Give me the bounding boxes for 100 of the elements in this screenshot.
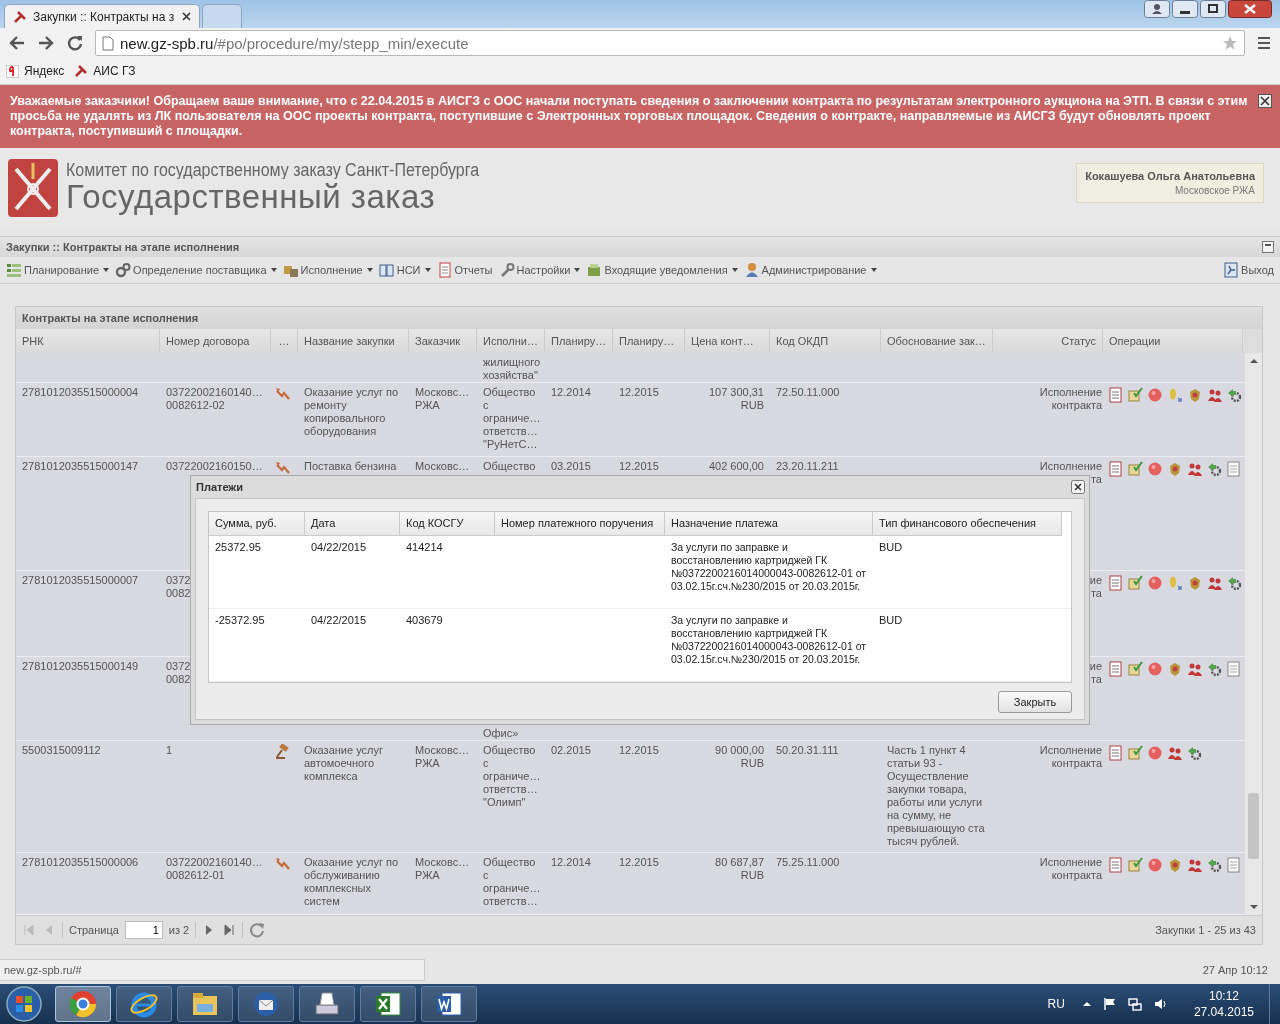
gear-icon[interactable] [1227, 387, 1243, 403]
people-icon[interactable] [1187, 461, 1203, 477]
report-icon[interactable] [1109, 661, 1123, 677]
bookmark[interactable]: Яндекс [6, 64, 65, 78]
column-header[interactable]: Цена конт… [685, 329, 770, 353]
column-header[interactable]: Код ОКДП [770, 329, 881, 353]
emblem-icon[interactable] [1187, 575, 1203, 591]
gear-icon[interactable] [1207, 461, 1223, 477]
taskbar-app[interactable] [55, 986, 111, 1022]
column-header[interactable]: Назначение платежа [665, 512, 873, 536]
column-header[interactable]: Планиру… [613, 329, 685, 353]
people-icon[interactable] [1187, 857, 1203, 873]
emblem-icon[interactable] [1187, 387, 1203, 403]
report-icon[interactable] [1109, 461, 1123, 477]
report-icon[interactable] [1109, 387, 1123, 403]
arrow-icon[interactable] [275, 856, 291, 872]
report-icon[interactable] [1109, 745, 1123, 761]
stop-icon[interactable] [1147, 661, 1163, 677]
taskbar-clock[interactable]: 10:12 27.04.2015 [1193, 988, 1254, 1020]
browser-tab[interactable]: Закупки :: Контракты на з [4, 4, 200, 28]
scroll-down-icon[interactable] [1249, 905, 1258, 909]
stop-icon[interactable] [1147, 745, 1163, 761]
back-icon[interactable] [8, 34, 26, 52]
people-icon[interactable] [1167, 745, 1183, 761]
taskbar-app[interactable] [116, 986, 172, 1022]
menu-item[interactable]: Планирование [4, 262, 112, 278]
taskbar-app[interactable] [421, 986, 477, 1022]
column-header[interactable]: РНК [16, 329, 160, 353]
gavel-icon[interactable] [275, 744, 291, 760]
taskbar-app[interactable] [177, 986, 233, 1022]
column-header[interactable]: Сумма, руб. [209, 512, 305, 536]
people-icon[interactable] [1207, 387, 1223, 403]
column-header[interactable]: Тип финансового обеспечения [873, 512, 1062, 536]
stop-icon[interactable] [1147, 857, 1163, 873]
column-header[interactable]: Номер платежного поручения [495, 512, 665, 536]
column-header[interactable]: Планиру… [545, 329, 613, 353]
close-icon[interactable] [1228, 0, 1272, 18]
menu-item[interactable]: Определение поставщика [113, 262, 279, 278]
emblem-icon[interactable] [1167, 857, 1183, 873]
last-page-icon[interactable] [222, 923, 237, 937]
gear-icon[interactable] [1187, 745, 1203, 761]
column-header[interactable]: Номер договора [160, 329, 271, 353]
gear-icon[interactable] [1207, 857, 1223, 873]
flag-icon[interactable] [1102, 997, 1117, 1011]
scroll-check-icon[interactable] [1127, 575, 1143, 591]
network-icon[interactable] [1127, 997, 1142, 1011]
gear-icon[interactable] [1227, 575, 1243, 591]
report-icon[interactable] [1109, 857, 1123, 873]
close-icon[interactable] [182, 12, 191, 21]
stop-icon[interactable] [1147, 387, 1163, 403]
star-icon[interactable] [1222, 35, 1238, 51]
minimize-icon[interactable] [1172, 0, 1198, 18]
forward-icon[interactable] [37, 34, 55, 52]
user-icon[interactable] [1144, 0, 1170, 18]
scroll-check-icon[interactable] [1127, 857, 1143, 873]
report-icon[interactable] [1109, 575, 1123, 591]
scroll-check-icon[interactable] [1127, 661, 1143, 677]
start-button[interactable] [4, 985, 44, 1023]
taskbar-app[interactable] [238, 986, 294, 1022]
scroll-thumb[interactable] [1248, 793, 1259, 859]
scroll-check-icon[interactable] [1127, 387, 1143, 403]
stop-icon[interactable] [1147, 575, 1163, 591]
column-header[interactable]: Заказчик [409, 329, 477, 353]
column-header[interactable]: Обоснование зак… [881, 329, 993, 353]
scroll-check-icon[interactable] [1127, 461, 1143, 477]
arrow-icon[interactable] [275, 386, 291, 402]
scroll-check-icon[interactable] [1127, 745, 1143, 761]
menu-item[interactable]: Отчеты [434, 262, 495, 278]
scrollbar[interactable] [1245, 353, 1262, 915]
taskbar-app[interactable] [299, 986, 355, 1022]
address-field[interactable]: new.gz-spb.ru/#po/procedure/my/stepp_min/execute [95, 30, 1245, 56]
menu-item[interactable]: НСИ [376, 262, 433, 278]
emblem-icon[interactable] [1167, 461, 1183, 477]
collapse-icon[interactable] [1262, 241, 1274, 253]
close-icon[interactable] [1258, 94, 1272, 108]
column-header[interactable]: Исполни… [477, 329, 545, 353]
menu-icon[interactable] [1256, 35, 1272, 51]
emblem-icon[interactable] [1167, 661, 1183, 677]
arrow-icon[interactable] [275, 460, 291, 476]
close-button[interactable]: Закрыть [998, 691, 1072, 713]
speaker-icon[interactable] [1152, 997, 1167, 1011]
bookmark[interactable]: АИС ГЗ [74, 64, 136, 78]
menu-item[interactable]: Исполнение [280, 262, 375, 278]
menu-item[interactable]: Входящие уведомления [584, 262, 740, 278]
refresh-icon[interactable] [249, 922, 266, 938]
close-icon[interactable] [1071, 480, 1085, 494]
stop-icon[interactable] [1147, 461, 1163, 477]
people-icon[interactable] [1207, 575, 1223, 591]
reload-icon[interactable] [66, 34, 84, 52]
column-header[interactable]: Статус [993, 329, 1103, 353]
language-indicator[interactable]: RU [1047, 997, 1065, 1011]
menu-item[interactable]: Администрирование [741, 262, 879, 278]
column-header[interactable]: Название закупки [298, 329, 409, 353]
maximize-icon[interactable] [1200, 0, 1226, 18]
people-icon[interactable] [1187, 661, 1203, 677]
page-field[interactable]: 1 [124, 921, 163, 939]
gear-icon[interactable] [1207, 661, 1223, 677]
column-header[interactable]: Дата [305, 512, 400, 536]
scroll-up-icon[interactable] [1249, 359, 1258, 363]
column-header[interactable]: … [271, 329, 298, 353]
